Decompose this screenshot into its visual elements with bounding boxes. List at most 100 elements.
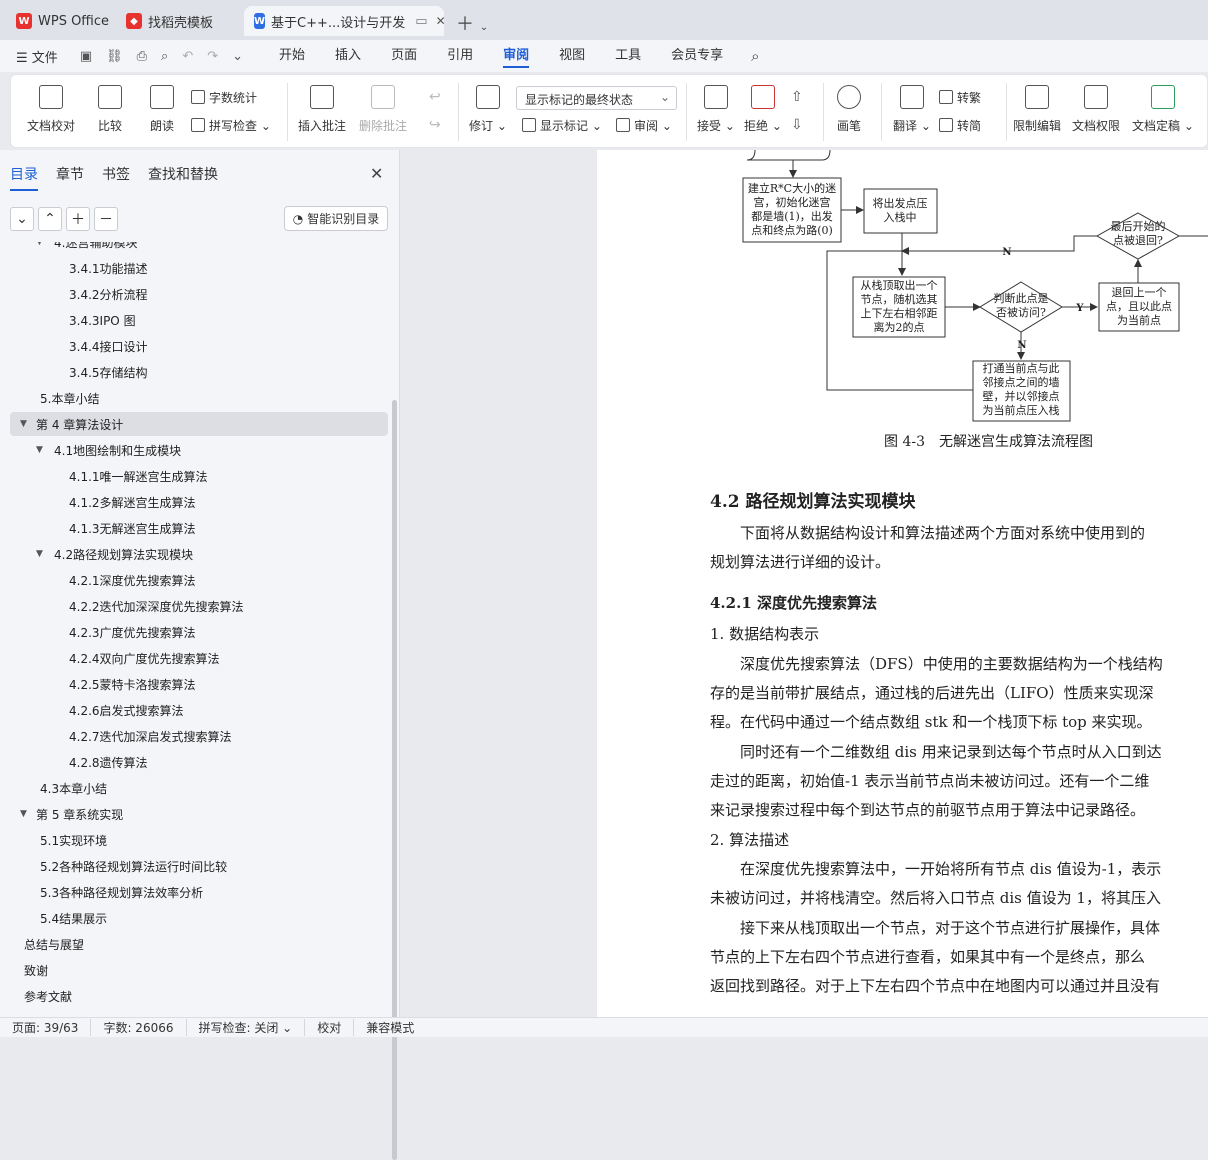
tab-wps-home[interactable]: W WPS Office <box>6 6 114 36</box>
read-aloud-button[interactable]: 朗读 <box>150 85 174 134</box>
toc-item[interactable]: 4.2.4双向广度优先搜索算法 <box>10 646 388 670</box>
toc-item[interactable]: 5.4结果展示 <box>10 906 388 930</box>
remove-heading-icon[interactable]: － <box>94 207 118 231</box>
toc-item[interactable]: 3.4.4接口设计 <box>10 334 388 358</box>
pen-button[interactable]: 画笔 <box>837 85 861 134</box>
more-chevron-icon[interactable]: ⌄ <box>232 49 243 64</box>
toc-item[interactable]: 4.2.3广度优先搜索算法 <box>10 620 388 644</box>
toc-item[interactable]: 4.1.2多解迷宫生成算法 <box>10 490 388 514</box>
toc-item[interactable]: 4.1.1唯一解迷宫生成算法 <box>10 464 388 488</box>
compare-button[interactable]: 比较 <box>98 85 122 134</box>
toc-item[interactable]: 3.4.3IPO 图 <box>10 308 388 332</box>
tab-find-replace[interactable]: 查找和替换 <box>148 164 218 191</box>
tab-template[interactable]: ◆ 找稻壳模板 <box>116 6 240 36</box>
menu-page[interactable]: 页面 <box>391 44 417 68</box>
menu-member[interactable]: 会员专享 <box>671 44 723 68</box>
expand-arrow-icon[interactable]: ▼ <box>20 419 32 429</box>
to-traditional-button[interactable]: 转繁 <box>939 89 981 106</box>
translate-button[interactable]: 翻译 ⌄ <box>893 85 931 134</box>
collapse-all-icon[interactable]: ⌃ <box>38 207 62 231</box>
toc-item[interactable]: 4.2.6启发式搜索算法 <box>10 698 388 722</box>
tab-chapter[interactable]: 章节 <box>56 164 84 191</box>
show-marks-label: 显示标记 <box>540 119 589 133</box>
redo-icon[interactable]: ↷ <box>207 49 218 64</box>
add-heading-icon[interactable]: ＋ <box>66 207 90 231</box>
show-marks-button[interactable]: 显示标记 ⌄ <box>522 117 602 134</box>
toc-item[interactable]: ▼ 4.1地图绘制和生成模块 <box>10 438 388 462</box>
toc-item[interactable]: 4.2.1深度优先搜索算法 <box>10 568 388 592</box>
spell-check-button[interactable]: 拼写检查 ⌄ <box>191 117 271 134</box>
toc-item[interactable]: 5.3各种路径规划算法效率分析 <box>10 880 388 904</box>
document-page[interactable]: 建立R*C大小的迷 宫，初始化迷宫 都是墙(1)，出发 点和终点为路(0) 将出… <box>597 150 1208 1017</box>
toc-item[interactable]: 4.2.8遗传算法 <box>10 750 388 774</box>
menu-review[interactable]: 审阅 <box>503 44 530 68</box>
prev-change-icon[interactable]: ⇧ <box>791 89 803 105</box>
toc-item[interactable]: 3.4.1功能描述 <box>10 256 388 280</box>
save-icon[interactable]: ▣ <box>80 49 92 64</box>
spell-check-status[interactable]: 拼写检查: 关闭 ⌄ <box>187 1019 306 1036</box>
toc-item[interactable]: ▼ 4.2路径规划算法实现模块 <box>10 542 388 566</box>
prev-comment-icon[interactable]: ↩ <box>429 89 441 105</box>
menu-start[interactable]: 开始 <box>279 44 305 68</box>
tab-toc[interactable]: 目录 <box>10 164 38 191</box>
doc-permission-button[interactable]: 文档权限 <box>1072 85 1120 134</box>
smart-toc-button[interactable]: ◔ 智能识别目录 <box>284 206 388 231</box>
toc-item[interactable]: 4.2.2迭代加深深度优先搜索算法 <box>10 594 388 618</box>
delete-comment-button[interactable]: 删除批注 <box>359 85 407 134</box>
toc-item[interactable]: ▼ 4.迷宫辅助模块 <box>10 242 388 254</box>
toc-item[interactable]: ▼ 第 4 章算法设计 <box>10 412 388 436</box>
undo-icon[interactable]: ↶ <box>182 49 193 64</box>
window-icon[interactable]: ▭ <box>415 14 427 29</box>
toc-item[interactable]: 4.2.5蒙特卡洛搜索算法 <box>10 672 388 696</box>
revise-button[interactable]: 修订 ⌄ <box>469 85 507 134</box>
expand-all-icon[interactable]: ⌄ <box>10 207 34 231</box>
toc-item-label: 4.2.8遗传算法 <box>69 755 148 770</box>
search-icon[interactable]: ⌕ <box>751 47 759 65</box>
toc-item[interactable]: 4.3本章小结 <box>10 776 388 800</box>
to-simplified-button[interactable]: 转简 <box>939 117 981 134</box>
doc-proof-button[interactable]: 文档校对 <box>27 85 75 134</box>
print-icon[interactable]: ⎙ <box>137 49 147 64</box>
toc-item[interactable]: 5.2各种路径规划算法运行时间比较 <box>10 854 388 878</box>
toc-item[interactable]: 总结与展望 <box>10 932 388 956</box>
close-icon[interactable]: ✕ <box>370 164 383 183</box>
insert-comment-button[interactable]: 插入批注 <box>298 85 346 134</box>
word-count-status[interactable]: 字数: 26066 <box>91 1019 187 1036</box>
menu-view[interactable]: 视图 <box>559 44 585 68</box>
expand-arrow-icon[interactable]: ▼ <box>36 242 48 247</box>
next-change-icon[interactable]: ⇩ <box>791 117 803 133</box>
toc-item[interactable]: 4.2.7迭代加深启发式搜索算法 <box>10 724 388 748</box>
expand-arrow-icon[interactable]: ▼ <box>36 549 48 559</box>
expand-arrow-icon[interactable]: ▼ <box>20 809 32 819</box>
expand-arrow-icon[interactable]: ▼ <box>36 445 48 455</box>
menu-tools[interactable]: 工具 <box>615 44 641 68</box>
accept-button[interactable]: 接受 ⌄ <box>697 85 735 134</box>
toc-item[interactable]: 4.1.3无解迷宫生成算法 <box>10 516 388 540</box>
toc-item[interactable]: 3.4.2分析流程 <box>10 282 388 306</box>
doc-finalize-button[interactable]: 文档定稿 ⌄ <box>1132 85 1194 134</box>
reject-button[interactable]: 拒绝 ⌄ <box>744 85 782 134</box>
toc-scrollbar[interactable] <box>392 400 397 1160</box>
print-preview-icon[interactable]: ⌕ <box>161 49 168 64</box>
tab-bookmark[interactable]: 书签 <box>102 164 130 191</box>
toc-item[interactable]: ▼ 第 5 章系统实现 <box>10 802 388 826</box>
menu-reference[interactable]: 引用 <box>447 44 473 68</box>
restrict-edit-button[interactable]: 限制编辑 <box>1013 85 1061 134</box>
page-indicator[interactable]: 页面: 39/63 <box>0 1019 92 1036</box>
display-mode-dropdown[interactable]: 显示标记的最终状态 ⌄ <box>516 86 677 110</box>
new-tab-icon[interactable]: ＋ ⌄ <box>456 10 488 36</box>
file-menu[interactable]: ☰ 文件 <box>16 47 58 66</box>
link-icon[interactable]: ⛓ <box>106 49 123 64</box>
toc-item[interactable]: 参考文献 <box>10 984 388 1008</box>
menu-insert[interactable]: 插入 <box>335 44 361 68</box>
toc-item[interactable]: 5.1实现环境 <box>10 828 388 852</box>
word-count-button[interactable]: 字数统计 <box>191 89 257 106</box>
close-tab-icon[interactable]: ✕ <box>436 14 444 28</box>
proof-status[interactable]: 校对 <box>305 1019 355 1036</box>
tab-document[interactable]: W 基于C++...设计与开发 ▭ ✕ <box>244 6 444 36</box>
toc-item[interactable]: 致谢 <box>10 958 388 982</box>
toc-item[interactable]: 5.本章小结 <box>10 386 388 410</box>
next-comment-icon[interactable]: ↪ <box>429 117 441 133</box>
toc-item[interactable]: 3.4.5存储结构 <box>10 360 388 384</box>
review-pane-button[interactable]: 审阅 ⌄ <box>616 117 672 134</box>
